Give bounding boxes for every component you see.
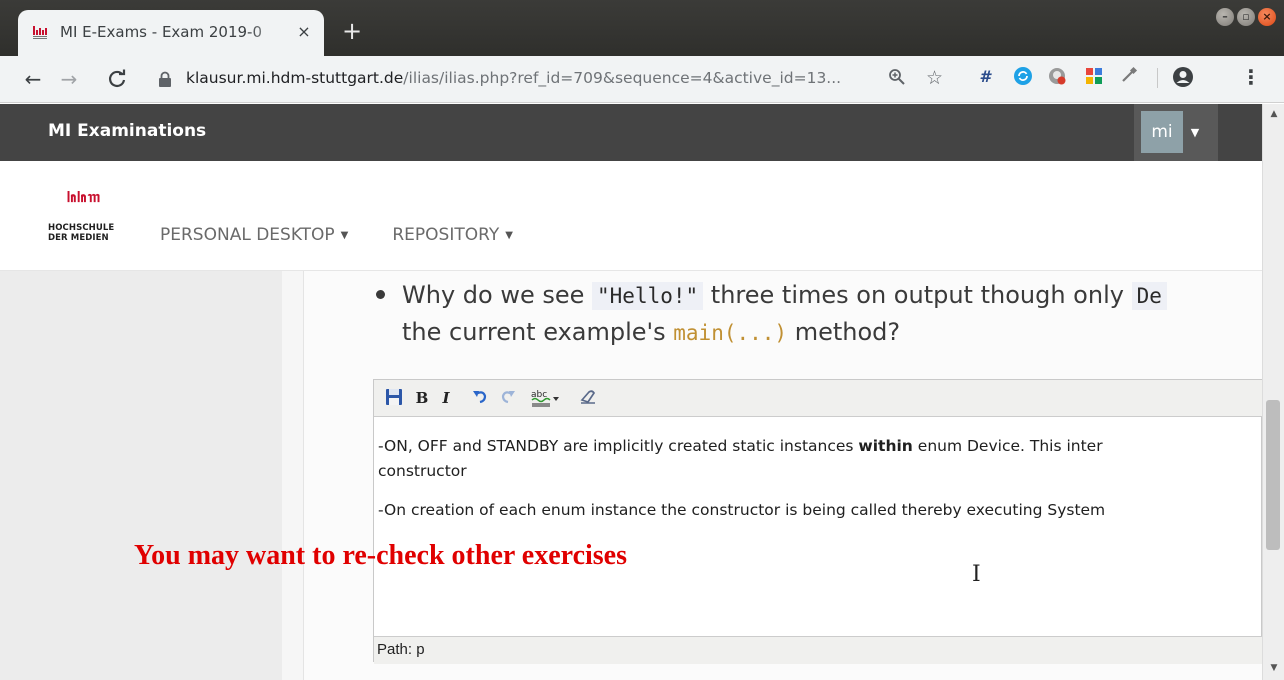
scroll-up-arrow-icon[interactable]: ▲ xyxy=(1263,106,1284,122)
sync-icon xyxy=(1014,67,1032,85)
text-cursor-icon: I xyxy=(972,562,981,587)
caret-down-icon: ▼ xyxy=(340,229,349,241)
hdm-logo[interactable] xyxy=(48,191,120,221)
overlay-annotation: You may want to re-check other exercises xyxy=(134,540,628,571)
main-navigation: PERSONAL DESKTOP ▼ REPOSITORY ▼ xyxy=(160,225,513,245)
clear-formatting-button[interactable] xyxy=(578,388,598,408)
reload-button[interactable] xyxy=(104,66,130,92)
brand-title[interactable]: MI Examinations xyxy=(48,121,206,141)
scrollbar-thumb[interactable] xyxy=(1266,400,1280,550)
nav-item-label: REPOSITORY xyxy=(392,225,500,245)
bold-button[interactable]: B xyxy=(412,388,432,408)
question-line-1: Why do we see "Hello!" three times on ou… xyxy=(402,276,1167,315)
nav-item-label: PERSONAL DESKTOP xyxy=(160,225,335,245)
answer-text: -ON, OFF and STANDBY are implicitly crea… xyxy=(378,437,859,455)
spellcheck-icon: abc xyxy=(531,390,559,407)
answer-text: enum Device. This inter xyxy=(912,437,1103,455)
user-menu[interactable]: mi ▼ xyxy=(1134,104,1218,161)
page-header: HOCHSCHULE DER MEDIEN PERSONAL DESKTOP ▼… xyxy=(0,161,1262,271)
maximize-button[interactable]: ▫ xyxy=(1237,8,1255,26)
answer-editor: B I abc -ON, OFF and STANDBY are implici… xyxy=(373,379,1263,664)
save-button[interactable] xyxy=(384,388,404,408)
toolbar-separator xyxy=(1157,68,1158,88)
question-text: the current example's xyxy=(402,318,674,346)
logo-line-1: HOCHSCHULE xyxy=(48,223,115,233)
nav-repository[interactable]: REPOSITORY ▼ xyxy=(392,225,513,245)
eyedropper-extension-icon[interactable] xyxy=(1118,66,1140,88)
undo-icon xyxy=(473,391,487,404)
reload-icon xyxy=(108,69,126,87)
bullet-dot xyxy=(376,290,385,299)
caret-down-icon: ▼ xyxy=(505,229,513,241)
magnifier-plus-icon xyxy=(889,69,905,85)
browser-tab-strip: MI E-Exams - Exam 2019-0 × + – ▫ × xyxy=(0,0,1284,56)
question-text: method? xyxy=(787,318,901,346)
lock-icon xyxy=(159,71,171,87)
url-path: /ilias/ilias.php?ref_id=709&sequence=4&a… xyxy=(403,69,842,87)
italic-button[interactable]: I xyxy=(436,388,456,408)
question-line-2: the current example's main(...) method? xyxy=(402,313,900,352)
answer-text: constructor xyxy=(378,462,467,480)
window-controls: – ▫ × xyxy=(1216,8,1276,28)
editor-content[interactable]: -ON, OFF and STANDBY are implicitly crea… xyxy=(374,418,1263,634)
colorful-squares-icon xyxy=(1086,68,1102,84)
zoom-icon[interactable] xyxy=(888,68,908,88)
page-scrollbar[interactable]: ▲ ▼ xyxy=(1262,104,1284,680)
hashtag-extension-icon[interactable]: # xyxy=(974,66,996,88)
tab-title: MI E-Exams - Exam 2019-0 xyxy=(60,23,263,41)
sync-extension-icon[interactable] xyxy=(1012,66,1034,88)
avatar[interactable]: mi xyxy=(1141,111,1183,153)
editor-path-status: Path: p xyxy=(374,636,1263,664)
back-button[interactable]: ← xyxy=(20,66,46,92)
eraser-icon xyxy=(580,390,596,404)
profile-button[interactable] xyxy=(1172,66,1194,88)
forward-button[interactable]: → xyxy=(56,66,82,92)
redo-icon xyxy=(501,391,515,404)
logo-text: HOCHSCHULE DER MEDIEN xyxy=(48,223,128,243)
inline-code: "Hello!" xyxy=(592,282,704,310)
minimize-button[interactable]: – xyxy=(1216,8,1234,26)
logo-line-2: DER MEDIEN xyxy=(48,233,109,243)
color-extension-icon[interactable] xyxy=(1083,66,1105,88)
question-text: three times on output though only xyxy=(703,281,1132,309)
url-host: klausur.mi.hdm-stuttgart.de xyxy=(186,69,404,87)
ilias-topbar: MI Examinations mi ▼ xyxy=(0,104,1262,161)
spellcheck-button[interactable]: abc xyxy=(530,388,560,408)
answer-paragraph-1: -ON, OFF and STANDBY are implicitly crea… xyxy=(378,434,1259,484)
bookmark-star-icon[interactable]: ☆ xyxy=(926,67,948,89)
caret-down-icon: ▼ xyxy=(1190,126,1200,139)
nav-personal-desktop[interactable]: PERSONAL DESKTOP ▼ xyxy=(160,225,348,245)
close-window-button[interactable]: × xyxy=(1258,8,1276,26)
scroll-down-arrow-icon[interactable]: ▼ xyxy=(1263,660,1284,676)
inline-code: main(...) xyxy=(673,321,788,345)
address-bar[interactable]: klausur.mi.hdm-stuttgart.de/ilias/ilias.… xyxy=(146,62,958,96)
editor-toolbar: B I abc xyxy=(374,380,1263,417)
undo-button[interactable] xyxy=(470,388,490,408)
inline-code: De xyxy=(1131,282,1167,310)
hdm-favicon-icon xyxy=(33,26,47,39)
url-text: klausur.mi.hdm-stuttgart.de/ilias/ilias.… xyxy=(186,69,886,89)
redo-button[interactable] xyxy=(498,388,518,408)
question-text: Why do we see xyxy=(402,281,593,309)
browser-menu-button[interactable]: ⋮ xyxy=(1240,66,1262,88)
browser-tab[interactable]: MI E-Exams - Exam 2019-0 × xyxy=(18,10,324,56)
eyedropper-icon xyxy=(1122,66,1138,82)
tab-close-button[interactable]: × xyxy=(294,22,314,42)
answer-bold-text: within xyxy=(858,437,913,455)
ghost-icon xyxy=(1049,68,1066,85)
answer-paragraph-2: -On creation of each enum instance the c… xyxy=(378,501,1106,519)
privacy-extension-icon[interactable] xyxy=(1046,66,1068,88)
account-circle-icon xyxy=(1173,67,1193,87)
new-tab-button[interactable]: + xyxy=(340,19,364,44)
floppy-disk-icon xyxy=(386,389,402,405)
